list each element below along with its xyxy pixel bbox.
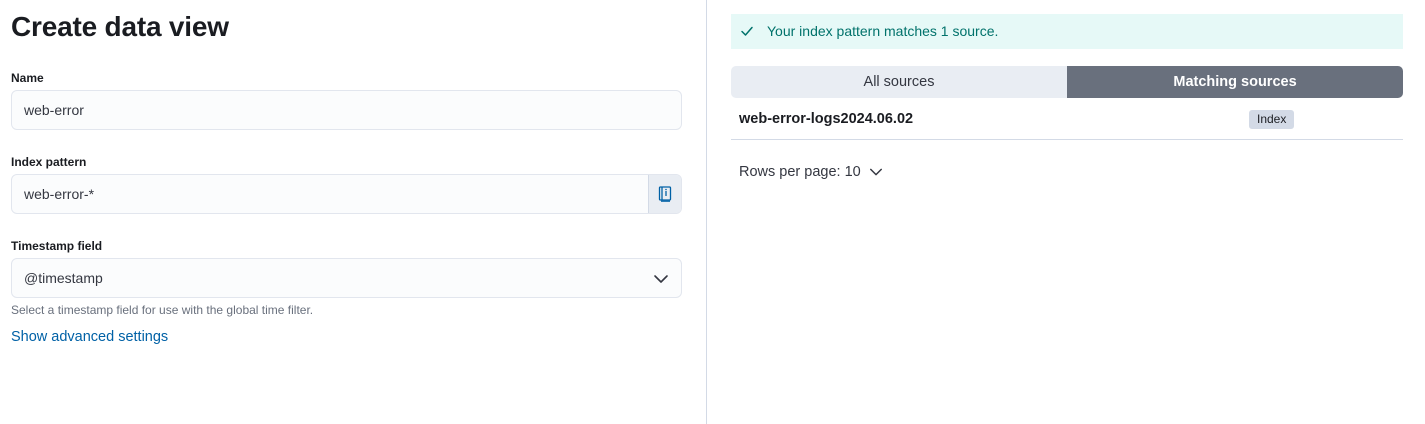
page-title: Create data view — [11, 11, 229, 42]
timestamp-field-label: Timestamp field — [11, 239, 103, 253]
index-pattern-input[interactable] — [24, 175, 624, 213]
source-type-badge: Index — [1249, 110, 1295, 129]
name-field[interactable] — [11, 90, 682, 130]
rows-per-page-button[interactable]: Rows per page: 10 — [739, 160, 883, 184]
table-row: web-error-logs2024.06.02 Index — [731, 100, 1403, 140]
source-name: web-error-logs2024.06.02 — [739, 111, 914, 127]
create-data-view-form: Create data view Name Index pattern Time… — [0, 0, 706, 424]
show-advanced-settings-link[interactable]: Show advanced settings — [11, 329, 168, 345]
matching-sources-panel: Your index pattern matches 1 source. All… — [707, 0, 1425, 424]
name-label: Name — [11, 71, 44, 85]
index-pattern-label: Index pattern — [11, 155, 87, 169]
documentation-icon — [658, 186, 672, 202]
tab-matching-sources[interactable]: Matching sources — [1067, 66, 1403, 98]
timestamp-field-select[interactable]: @timestamp — [11, 258, 682, 298]
index-pattern-field[interactable] — [11, 174, 682, 214]
sources-button-group: All sources Matching sources — [731, 66, 1403, 98]
success-callout: Your index pattern matches 1 source. — [731, 14, 1403, 49]
chevron-down-icon — [869, 168, 882, 176]
name-input[interactable] — [24, 91, 624, 129]
documentation-button[interactable] — [648, 175, 681, 213]
tab-all-sources[interactable]: All sources — [731, 66, 1067, 98]
timestamp-help-text: Select a timestamp field for use with th… — [11, 303, 314, 317]
timestamp-selected-value: @timestamp — [24, 270, 103, 286]
check-icon — [741, 26, 753, 36]
rows-per-page-label: Rows per page: 10 — [739, 164, 861, 180]
chevron-down-icon — [654, 275, 668, 283]
callout-message: Your index pattern matches 1 source. — [767, 23, 999, 39]
